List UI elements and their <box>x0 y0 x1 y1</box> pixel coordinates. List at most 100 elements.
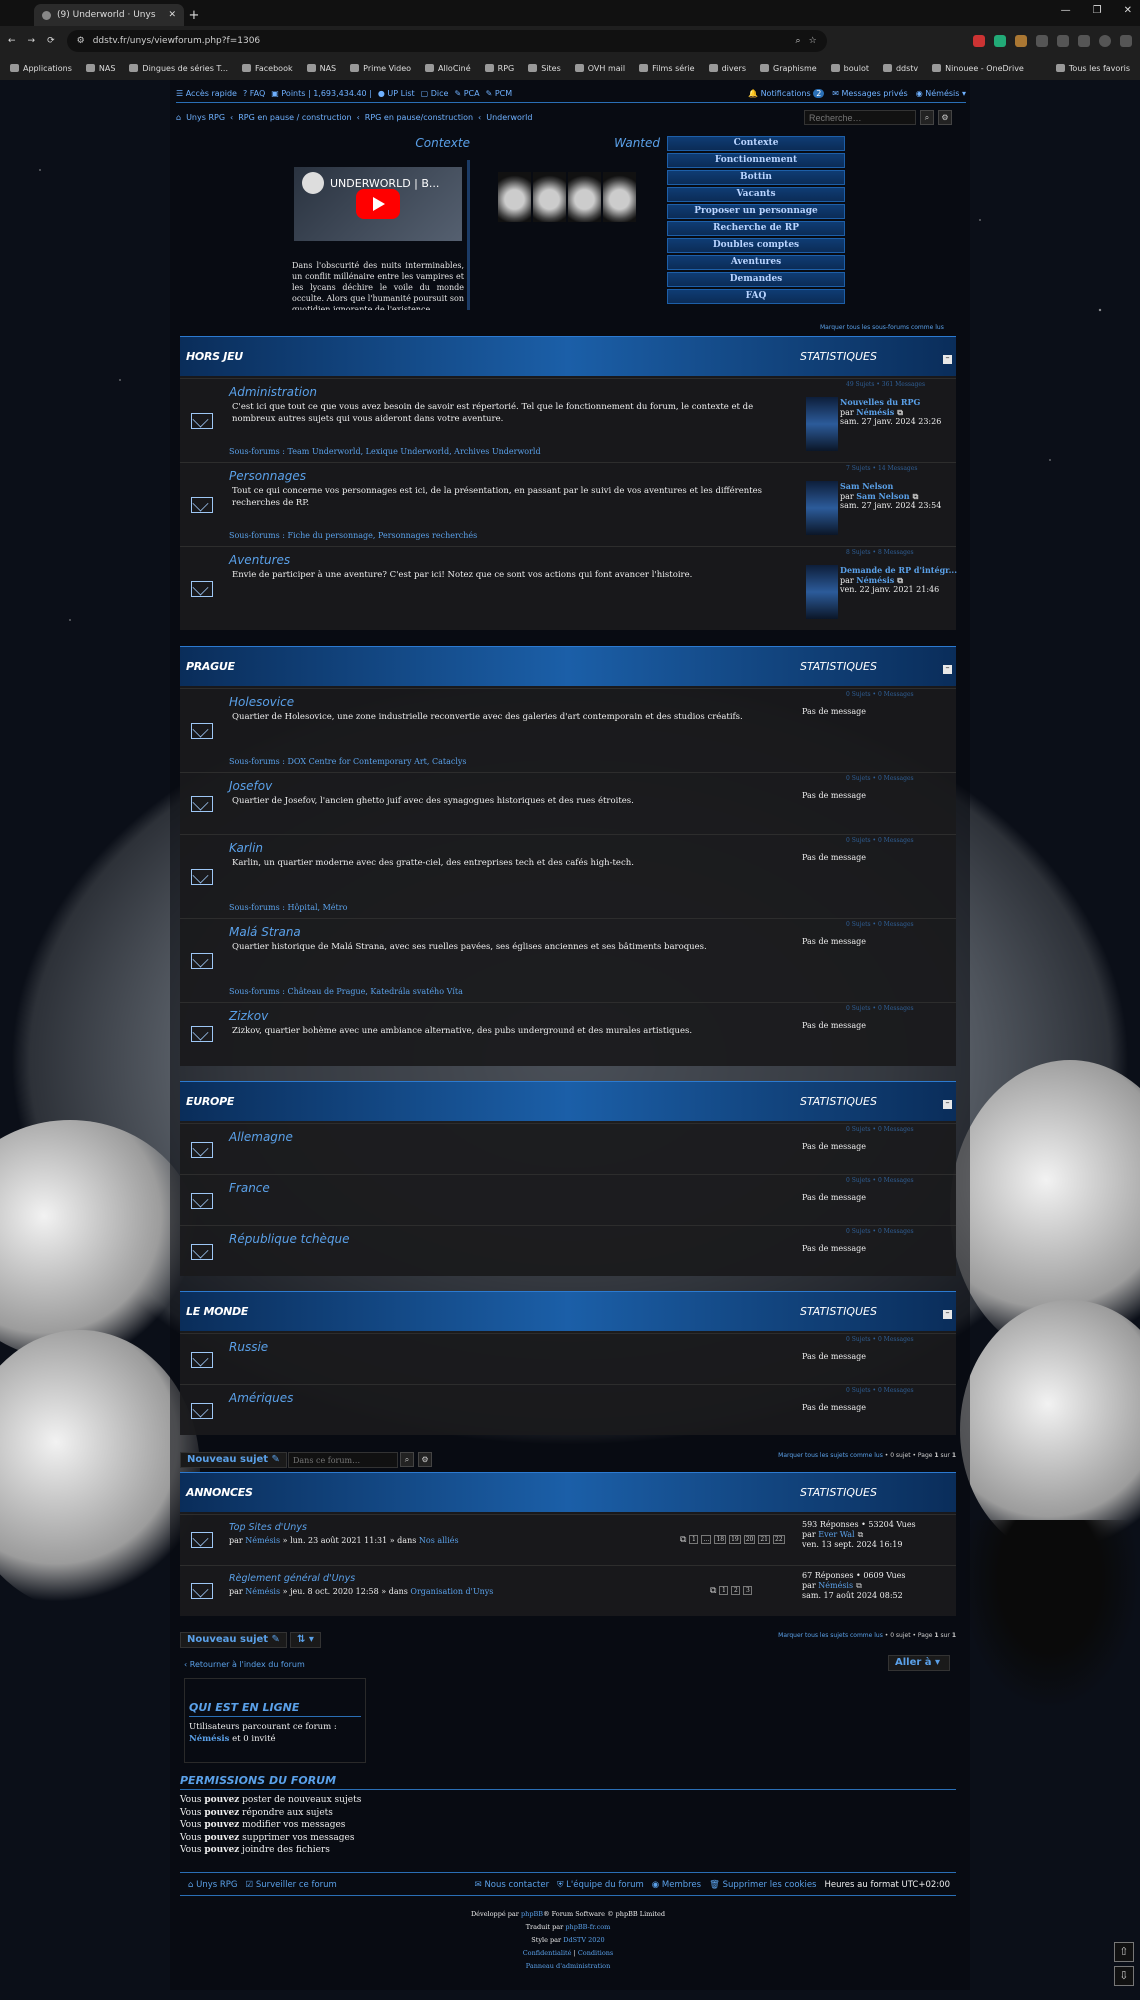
author-link[interactable]: Sam Nelson <box>856 491 909 501</box>
collapse-icon[interactable]: – <box>943 354 952 364</box>
bookmark[interactable]: Graphisme <box>760 64 817 73</box>
bookmark[interactable]: NAS <box>306 64 336 73</box>
forum-title-link[interactable]: Karlin <box>229 841 263 855</box>
menu-item[interactable]: Vacants <box>667 187 845 202</box>
wanted-image[interactable] <box>498 172 531 222</box>
private-messages-link[interactable]: ✉ Messages privés <box>832 89 907 98</box>
topic-title-link[interactable]: Top Sites d'Unys <box>229 1522 307 1533</box>
notifications-link[interactable]: 🔔 Notifications 2 <box>748 88 825 98</box>
gear-icon[interactable]: ⚙ <box>938 110 952 125</box>
extension-icon[interactable] <box>1036 35 1048 47</box>
subforum-links[interactable]: Château de Prague, Katedrála svatého Vít… <box>288 987 463 996</box>
pca-link[interactable]: ✎ PCA <box>454 89 479 98</box>
forum-search-input[interactable] <box>288 1452 398 1468</box>
pcm-link[interactable]: ✎ PCM <box>486 89 513 98</box>
online-user-link[interactable]: Némésis <box>189 1734 229 1744</box>
faq-link[interactable]: ? FAQ <box>243 89 265 98</box>
subforum-links[interactable]: Hôpital, Métro <box>288 903 348 912</box>
bookmark[interactable]: Sites <box>528 64 561 73</box>
author-link[interactable]: Némésis <box>856 575 894 585</box>
new-topic-button[interactable]: Nouveau sujet ✎ <box>180 1632 287 1648</box>
last-post-avatar[interactable] <box>806 397 838 451</box>
back-icon[interactable]: ← <box>8 36 16 46</box>
topic-title-link[interactable]: Règlement général d'Unys <box>229 1573 355 1584</box>
mark-topics-read-link[interactable]: Marquer tous les sujets comme lus <box>778 1632 883 1639</box>
view-post-icon[interactable]: ⧉ <box>913 491 919 501</box>
back-to-index-link[interactable]: ‹ Retourner à l'index du forum <box>184 1660 305 1669</box>
extension-icon[interactable] <box>973 35 985 47</box>
bookmark[interactable]: Dingues de séries T... <box>129 64 228 73</box>
page-link[interactable]: 18 <box>714 1535 727 1544</box>
wanted-image[interactable] <box>533 172 566 222</box>
wanted-image[interactable] <box>568 172 601 222</box>
breadcrumb-item[interactable]: Underworld <box>486 113 532 122</box>
dice-link[interactable]: ▢ Dice <box>421 89 449 98</box>
menu-item[interactable]: Recherche de RP <box>667 221 845 236</box>
view-post-icon[interactable]: ⧉ <box>897 407 903 417</box>
breadcrumb-item[interactable]: RPG en pause / construction <box>238 113 351 122</box>
page-link[interactable]: 22 <box>773 1535 785 1544</box>
uplist-link[interactable]: ● UP List <box>378 89 415 98</box>
page-link[interactable]: 2 <box>731 1586 741 1595</box>
collapse-icon[interactable]: – <box>943 1099 952 1109</box>
forum-title-link[interactable]: Josefov <box>229 779 272 793</box>
forum-title-link[interactable]: Amériques <box>229 1391 293 1405</box>
page-link[interactable]: 20 <box>743 1535 756 1544</box>
translation-link[interactable]: phpBB-fr.com <box>565 1923 610 1931</box>
page-link[interactable]: 19 <box>729 1535 741 1544</box>
search-icon[interactable]: ⌕ <box>400 1452 414 1467</box>
menu-item[interactable]: Demandes <box>667 272 845 287</box>
menu-item[interactable]: Aventures <box>667 255 845 270</box>
menu-item[interactable]: Fonctionnement <box>667 153 845 168</box>
maximize-icon[interactable]: ❐ <box>1093 5 1102 16</box>
forum-title-link[interactable]: Zizkov <box>229 1009 268 1023</box>
menu-item[interactable]: Bottin <box>667 170 845 185</box>
team-link[interactable]: ⛨ L'équipe du forum <box>557 1880 644 1890</box>
privacy-link[interactable]: Confidentialité <box>523 1949 572 1957</box>
bookmark[interactable]: divers <box>708 64 746 73</box>
new-topic-button[interactable]: Nouveau sujet ✎ <box>180 1452 287 1468</box>
home-link[interactable]: ⌂ Unys RPG <box>188 1880 238 1890</box>
bookmark[interactable]: Facebook <box>242 64 293 73</box>
collapse-icon[interactable]: – <box>943 664 952 674</box>
jump-to-dropdown[interactable]: Aller à ▾ <box>888 1655 950 1671</box>
forum-link[interactable]: Nos alliés <box>419 1536 459 1545</box>
view-post-icon[interactable]: ⧉ <box>897 575 903 585</box>
admin-panel-link[interactable]: Panneau d'administration <box>526 1962 611 1970</box>
menu-item[interactable]: FAQ <box>667 289 845 304</box>
zoom-icon[interactable]: ⌕ <box>796 36 801 46</box>
style-link[interactable]: DdSTV 2020 <box>563 1936 604 1944</box>
user-menu[interactable]: ◉ Némésis ▾ <box>916 89 966 98</box>
subforum-links[interactable]: Fiche du personnage, Personnages recherc… <box>288 531 478 540</box>
author-link[interactable]: Némésis <box>818 1581 853 1590</box>
extension-icon[interactable] <box>994 35 1006 47</box>
browser-tab[interactable]: (9) Underworld · Unys ✕ <box>34 4 184 26</box>
page-link[interactable]: 3 <box>743 1586 753 1595</box>
quick-access-link[interactable]: ☰ Accès rapide <box>176 89 237 98</box>
extension-icon[interactable] <box>1057 35 1069 47</box>
star-icon[interactable]: ☆ <box>809 36 817 46</box>
last-post-avatar[interactable] <box>806 565 838 619</box>
profile-avatar[interactable] <box>1099 35 1111 47</box>
address-bar[interactable]: ⚙ ddstv.fr/unys/viewforum.php?f=1306 ⌕ ☆ <box>66 30 827 52</box>
all-bookmarks[interactable]: Tous les favoris <box>1055 64 1130 73</box>
download-icon[interactable] <box>1078 35 1090 47</box>
minimize-icon[interactable]: — <box>1061 5 1071 16</box>
forum-title-link[interactable]: Administration <box>229 385 317 399</box>
bookmark[interactable]: NAS <box>85 64 115 73</box>
breadcrumb-item[interactable]: RPG en pause/construction <box>365 113 473 122</box>
page-link[interactable]: 1 <box>719 1586 729 1595</box>
bookmark[interactable]: Ninouee - OneDrive <box>932 64 1024 73</box>
forum-title-link[interactable]: Malá Strana <box>229 925 301 939</box>
last-post-avatar[interactable] <box>806 481 838 535</box>
forum-title-link[interactable]: Personnages <box>229 469 306 483</box>
mark-all-subforums-link[interactable]: Marquer tous les sous-forums comme lus <box>820 324 944 331</box>
bookmark[interactable]: boulot <box>830 64 869 73</box>
delete-cookies-link[interactable]: 🗑 Supprimer les cookies <box>709 1880 816 1890</box>
subforum-links[interactable]: Team Underworld, Lexique Underworld, Arc… <box>288 447 541 456</box>
view-post-icon[interactable]: ⧉ <box>858 1530 864 1539</box>
close-window-icon[interactable]: ✕ <box>1124 5 1132 16</box>
mark-topics-read-link[interactable]: Marquer tous les sujets comme lus <box>778 1452 883 1459</box>
scroll-top-icon[interactable]: ⇧ <box>1114 1942 1134 1962</box>
members-link[interactable]: ◉ Membres <box>652 1880 701 1890</box>
